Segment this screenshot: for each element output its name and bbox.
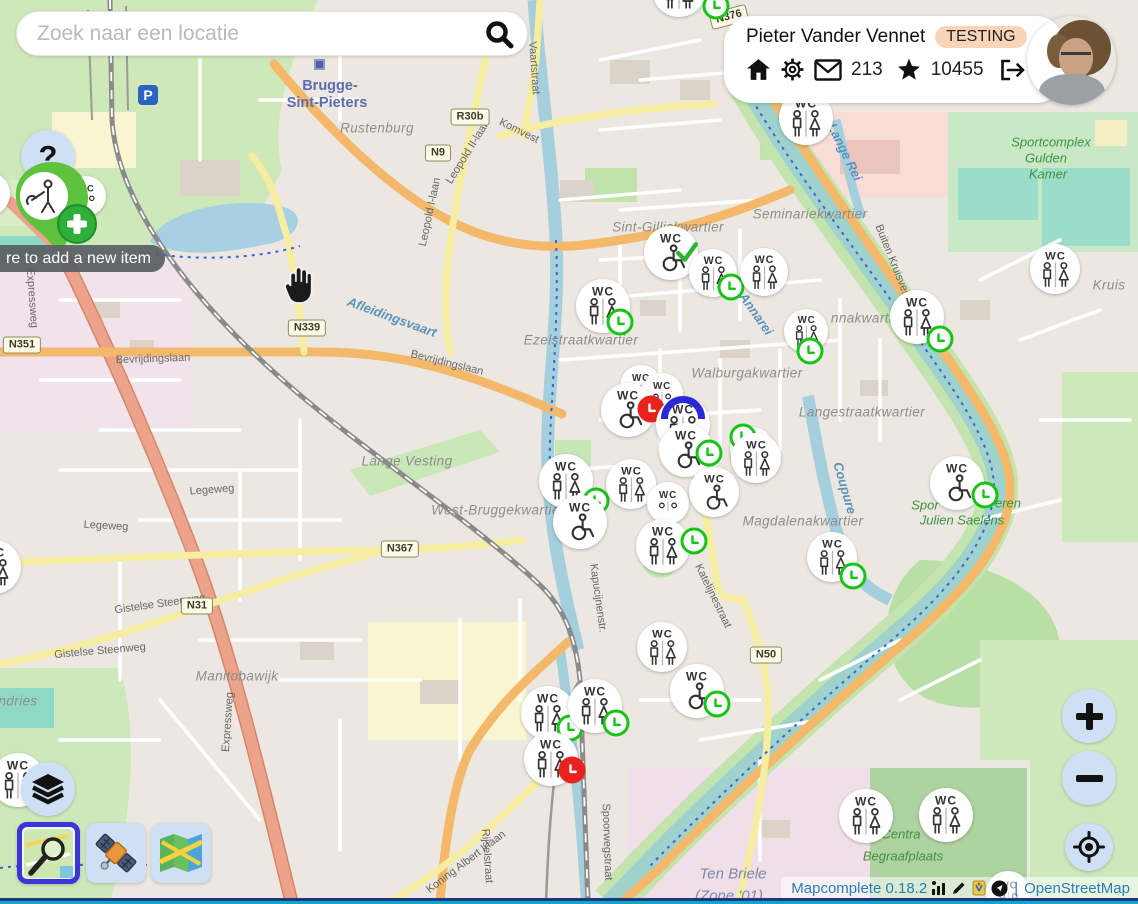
zoom-out-button[interactable] xyxy=(1062,751,1116,805)
changeset-count: 10455 xyxy=(931,59,984,81)
user-panel: Pieter Vander Vennet TESTING xyxy=(724,16,1064,103)
add-item-tooltip: re to add a new item xyxy=(0,245,165,272)
user-name[interactable]: Pieter Vander Vennet xyxy=(746,26,925,48)
mail-icon[interactable] xyxy=(814,59,842,81)
minus-icon xyxy=(1076,775,1103,782)
app-version[interactable]: Mapcomplete 0.18.2 xyxy=(791,880,927,897)
gear-icon[interactable] xyxy=(780,57,805,82)
edit-pencil-icon[interactable] xyxy=(951,880,967,896)
layers-button[interactable] xyxy=(21,762,75,816)
star-icon xyxy=(896,57,922,82)
compass-icon[interactable] xyxy=(991,880,1008,897)
folded-map-icon xyxy=(158,832,204,874)
search-input[interactable] xyxy=(35,21,483,47)
zoom-in-button[interactable] xyxy=(1062,689,1116,743)
satellite-icon xyxy=(93,830,139,876)
layers-icon xyxy=(30,772,66,806)
attribution-separator: | xyxy=(1014,880,1018,897)
osm-carto-icon xyxy=(24,829,73,878)
testing-badge: TESTING xyxy=(935,26,1026,48)
background-style-map-button[interactable] xyxy=(151,823,211,883)
bottom-strip xyxy=(0,898,1138,904)
logout-icon[interactable] xyxy=(999,58,1026,82)
background-style-satellite-button[interactable] xyxy=(86,823,146,883)
statistics-icon[interactable] xyxy=(931,880,947,896)
mapcomplete-app: P Brugge-Sint-PietersRustenburgSportcomp… xyxy=(0,0,1138,904)
geolocate-button[interactable] xyxy=(1065,823,1113,871)
hand-cursor-icon xyxy=(281,264,319,308)
plus-icon xyxy=(1076,703,1103,730)
attribution-bar: Mapcomplete 0.18.2 | OpenStreetMap xyxy=(781,877,1138,899)
theme-logo-icon[interactable] xyxy=(971,880,987,896)
osm-link[interactable]: OpenStreetMap xyxy=(1024,880,1130,897)
geolocate-icon xyxy=(1073,831,1105,863)
background-style-osm-button[interactable] xyxy=(17,822,80,884)
search-icon[interactable] xyxy=(483,18,515,50)
avatar[interactable] xyxy=(1027,16,1116,105)
home-icon[interactable] xyxy=(746,57,771,82)
unread-messages-count: 213 xyxy=(851,59,883,81)
search-bar xyxy=(16,11,528,56)
